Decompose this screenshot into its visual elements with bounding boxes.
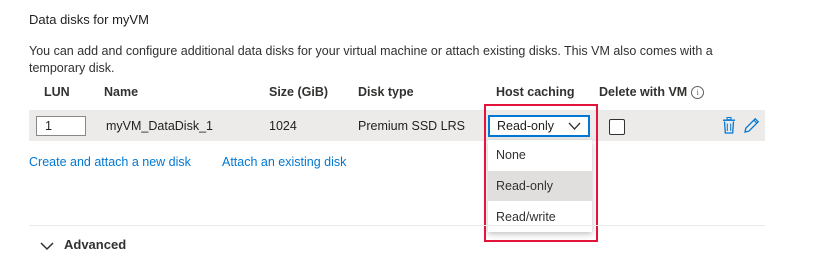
lun-input[interactable]: 1	[36, 116, 86, 136]
header-size: Size (GiB)	[269, 85, 329, 99]
advanced-label: Advanced	[64, 237, 127, 252]
delete-with-vm-checkbox[interactable]	[609, 119, 625, 135]
info-icon[interactable]: i	[691, 86, 705, 99]
pencil-icon[interactable]	[743, 117, 760, 139]
section-description: You can add and configure additional dat…	[29, 44, 713, 75]
header-delete-with-vm-label: Delete with VM	[599, 85, 688, 99]
header-host-caching: Host caching	[496, 85, 575, 99]
create-attach-disk-link[interactable]: Create and attach a new disk	[29, 155, 191, 169]
disk-type: Premium SSD LRS	[358, 119, 465, 133]
divider	[29, 225, 765, 226]
header-lun: LUN	[44, 85, 70, 99]
header-delete-with-vm: Delete with VM i	[599, 85, 705, 99]
trash-icon[interactable]	[722, 117, 736, 139]
header-name: Name	[104, 85, 139, 99]
advanced-section-toggle[interactable]: Advanced	[40, 237, 126, 252]
disk-name: myVM_DataDisk_1	[106, 119, 213, 133]
chevron-down-icon	[40, 242, 54, 250]
attach-existing-disk-link[interactable]: Attach an existing disk	[222, 155, 346, 169]
highlight-box	[484, 104, 598, 242]
header-disk-type: Disk type	[358, 85, 414, 99]
disk-size: 1024	[269, 119, 297, 133]
section-title: Data disks for myVM	[29, 12, 149, 27]
